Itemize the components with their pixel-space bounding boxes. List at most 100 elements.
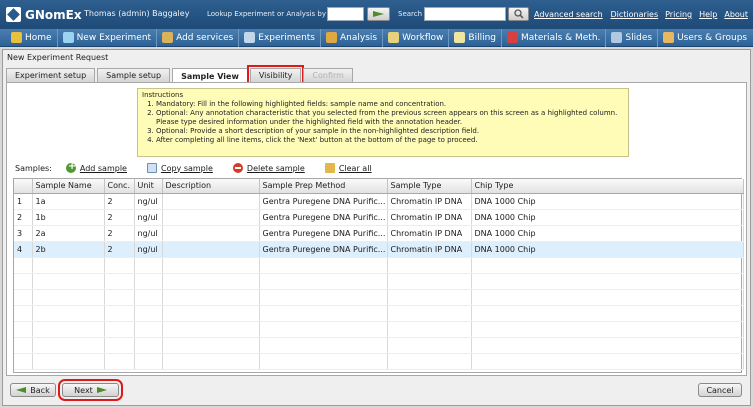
cell-chip-type[interactable]: DNA 1000 Chip — [471, 209, 744, 226]
cell-sample-prep-method[interactable]: Gentra Puregene DNA Purific... — [259, 241, 388, 258]
col-header-unit[interactable]: Unit — [134, 179, 163, 194]
search-input[interactable] — [424, 7, 506, 21]
grid-header-row: Sample Name Conc. Unit Description Sampl… — [14, 179, 744, 194]
next-button[interactable]: Next — [58, 379, 123, 401]
about-link[interactable]: About — [724, 10, 748, 19]
instructions-box: Instructions Mandatory: Fill in the foll… — [137, 88, 629, 157]
nav-billing[interactable]: Billing — [449, 28, 503, 47]
back-button[interactable]: Back — [10, 383, 56, 397]
empty-row — [14, 305, 744, 322]
cell-sample-name[interactable]: 1b — [32, 209, 105, 226]
cell-sample-prep-method[interactable]: Gentra Puregene DNA Purific... — [259, 209, 388, 226]
top-header: GNomEx Thomas (admin) Baggaley Lookup Ex… — [0, 0, 753, 29]
cell-sample-type[interactable]: Chromatin IP DNA — [387, 225, 472, 242]
tab-experiment-setup[interactable]: Experiment setup — [6, 68, 96, 82]
cell-description[interactable] — [162, 225, 260, 242]
clear-icon — [324, 163, 335, 173]
instruction-item: Optional: Any annotation characteristic … — [156, 109, 624, 127]
clear-all-button[interactable]: Clear all — [324, 163, 372, 173]
empty-row — [14, 321, 744, 338]
col-header-description[interactable]: Description — [162, 179, 260, 194]
table-row[interactable]: 3 2a 2 ng/ul Gentra Puregene DNA Purific… — [14, 225, 744, 242]
gnomex-logo-icon — [6, 7, 21, 22]
col-header-chip-type[interactable]: Chip Type — [471, 179, 744, 194]
cancel-button[interactable]: Cancel — [698, 383, 742, 397]
sample-view-content: Instructions Mandatory: Fill in the foll… — [6, 82, 747, 376]
cell-sample-type[interactable]: Chromatin IP DNA — [387, 241, 472, 258]
cell-sample-name[interactable]: 1a — [32, 193, 105, 210]
cell-chip-type[interactable]: DNA 1000 Chip — [471, 225, 744, 242]
cell-sample-prep-method[interactable]: Gentra Puregene DNA Purific... — [259, 225, 388, 242]
samples-toolbar: Samples: Add sample Copy sample Delete s… — [15, 161, 392, 174]
empty-row — [14, 353, 744, 370]
search-button[interactable] — [508, 7, 529, 21]
arrow-right-icon — [96, 387, 107, 393]
tab-sample-setup[interactable]: Sample setup — [97, 68, 171, 82]
cell-description[interactable] — [162, 193, 260, 210]
table-row[interactable]: 1 1a 2 ng/ul Gentra Puregene DNA Purific… — [14, 193, 744, 210]
delete-sample-button[interactable]: Delete sample — [232, 163, 305, 173]
cell-conc[interactable]: 2 — [104, 241, 135, 258]
pricing-link[interactable]: Pricing — [665, 10, 692, 19]
empty-row — [14, 337, 744, 354]
cell-unit[interactable]: ng/ul — [134, 241, 163, 258]
help-link[interactable]: Help — [699, 10, 717, 19]
materials-icon — [507, 32, 519, 43]
cell-conc[interactable]: 2 — [104, 225, 135, 242]
cell-sample-name[interactable]: 2b — [32, 241, 105, 258]
cell-conc[interactable]: 2 — [104, 193, 135, 210]
cell-sample-type[interactable]: Chromatin IP DNA — [387, 193, 472, 210]
nav-add-services[interactable]: Add services — [157, 28, 240, 47]
col-header-sample-prep-method[interactable]: Sample Prep Method — [259, 179, 388, 194]
app-name: GNomEx — [25, 7, 82, 22]
experiments-icon — [244, 32, 256, 43]
col-header-sample-type[interactable]: Sample Type — [387, 179, 472, 194]
cell-description[interactable] — [162, 241, 260, 258]
top-links: Dictionaries Pricing Help About — [611, 10, 748, 19]
table-row-selected[interactable]: 4 2b 2 ng/ul Gentra Puregene DNA Purific… — [14, 241, 744, 258]
tab-sample-view[interactable]: Sample View — [172, 68, 248, 83]
lookup-label: Lookup Experiment or Analysis by # — [207, 10, 335, 18]
tab-confirm: Confirm — [303, 68, 353, 82]
col-header-conc[interactable]: Conc. — [104, 179, 135, 194]
nav-slides[interactable]: Slides — [606, 28, 659, 47]
search-label: Search — [398, 10, 423, 18]
cell-sample-prep-method[interactable]: Gentra Puregene DNA Purific... — [259, 193, 388, 210]
nav-workflow[interactable]: Workflow — [383, 28, 450, 47]
col-header-sample-name[interactable]: Sample Name — [32, 179, 105, 194]
col-header-index[interactable] — [14, 179, 33, 194]
nav-materials[interactable]: Materials & Meth. — [502, 28, 607, 47]
users-icon — [663, 32, 675, 43]
cell-description[interactable] — [162, 209, 260, 226]
search-icon — [513, 9, 524, 19]
cell-unit[interactable]: ng/ul — [134, 225, 163, 242]
slides-icon — [611, 32, 623, 43]
cell-unit[interactable]: ng/ul — [134, 209, 163, 226]
copy-sample-button[interactable]: Copy sample — [146, 163, 213, 173]
instruction-item: Optional: Provide a short description of… — [156, 127, 624, 136]
lookup-input[interactable] — [327, 7, 364, 21]
tab-visibility[interactable]: Visibility — [246, 65, 305, 85]
empty-row — [14, 257, 744, 274]
nav-experiments[interactable]: Experiments — [239, 28, 321, 47]
nav-users-groups[interactable]: Users & Groups — [658, 29, 752, 47]
advanced-search-link[interactable]: Advanced search — [534, 10, 603, 19]
cell-chip-type[interactable]: DNA 1000 Chip — [471, 241, 744, 258]
cell-sample-type[interactable]: Chromatin IP DNA — [387, 209, 472, 226]
instruction-item: Mandatory: Fill in the following highlig… — [156, 100, 624, 109]
workflow-icon — [388, 32, 400, 43]
cell-unit[interactable]: ng/ul — [134, 193, 163, 210]
nav-analysis[interactable]: Analysis — [321, 28, 384, 47]
nav-home[interactable]: Home — [6, 28, 58, 47]
empty-row — [14, 289, 744, 306]
cell-chip-type[interactable]: DNA 1000 Chip — [471, 193, 744, 210]
table-row[interactable]: 2 1b 2 ng/ul Gentra Puregene DNA Purific… — [14, 209, 744, 226]
dictionaries-link[interactable]: Dictionaries — [611, 10, 659, 19]
copy-icon — [146, 163, 157, 173]
cell-conc[interactable]: 2 — [104, 209, 135, 226]
cell-sample-name[interactable]: 2a — [32, 225, 105, 242]
app-logo[interactable]: GNomEx — [6, 6, 82, 23]
lookup-go-button[interactable] — [367, 7, 390, 21]
add-sample-button[interactable]: Add sample — [65, 161, 127, 173]
nav-new-experiment[interactable]: New Experiment — [58, 28, 158, 47]
